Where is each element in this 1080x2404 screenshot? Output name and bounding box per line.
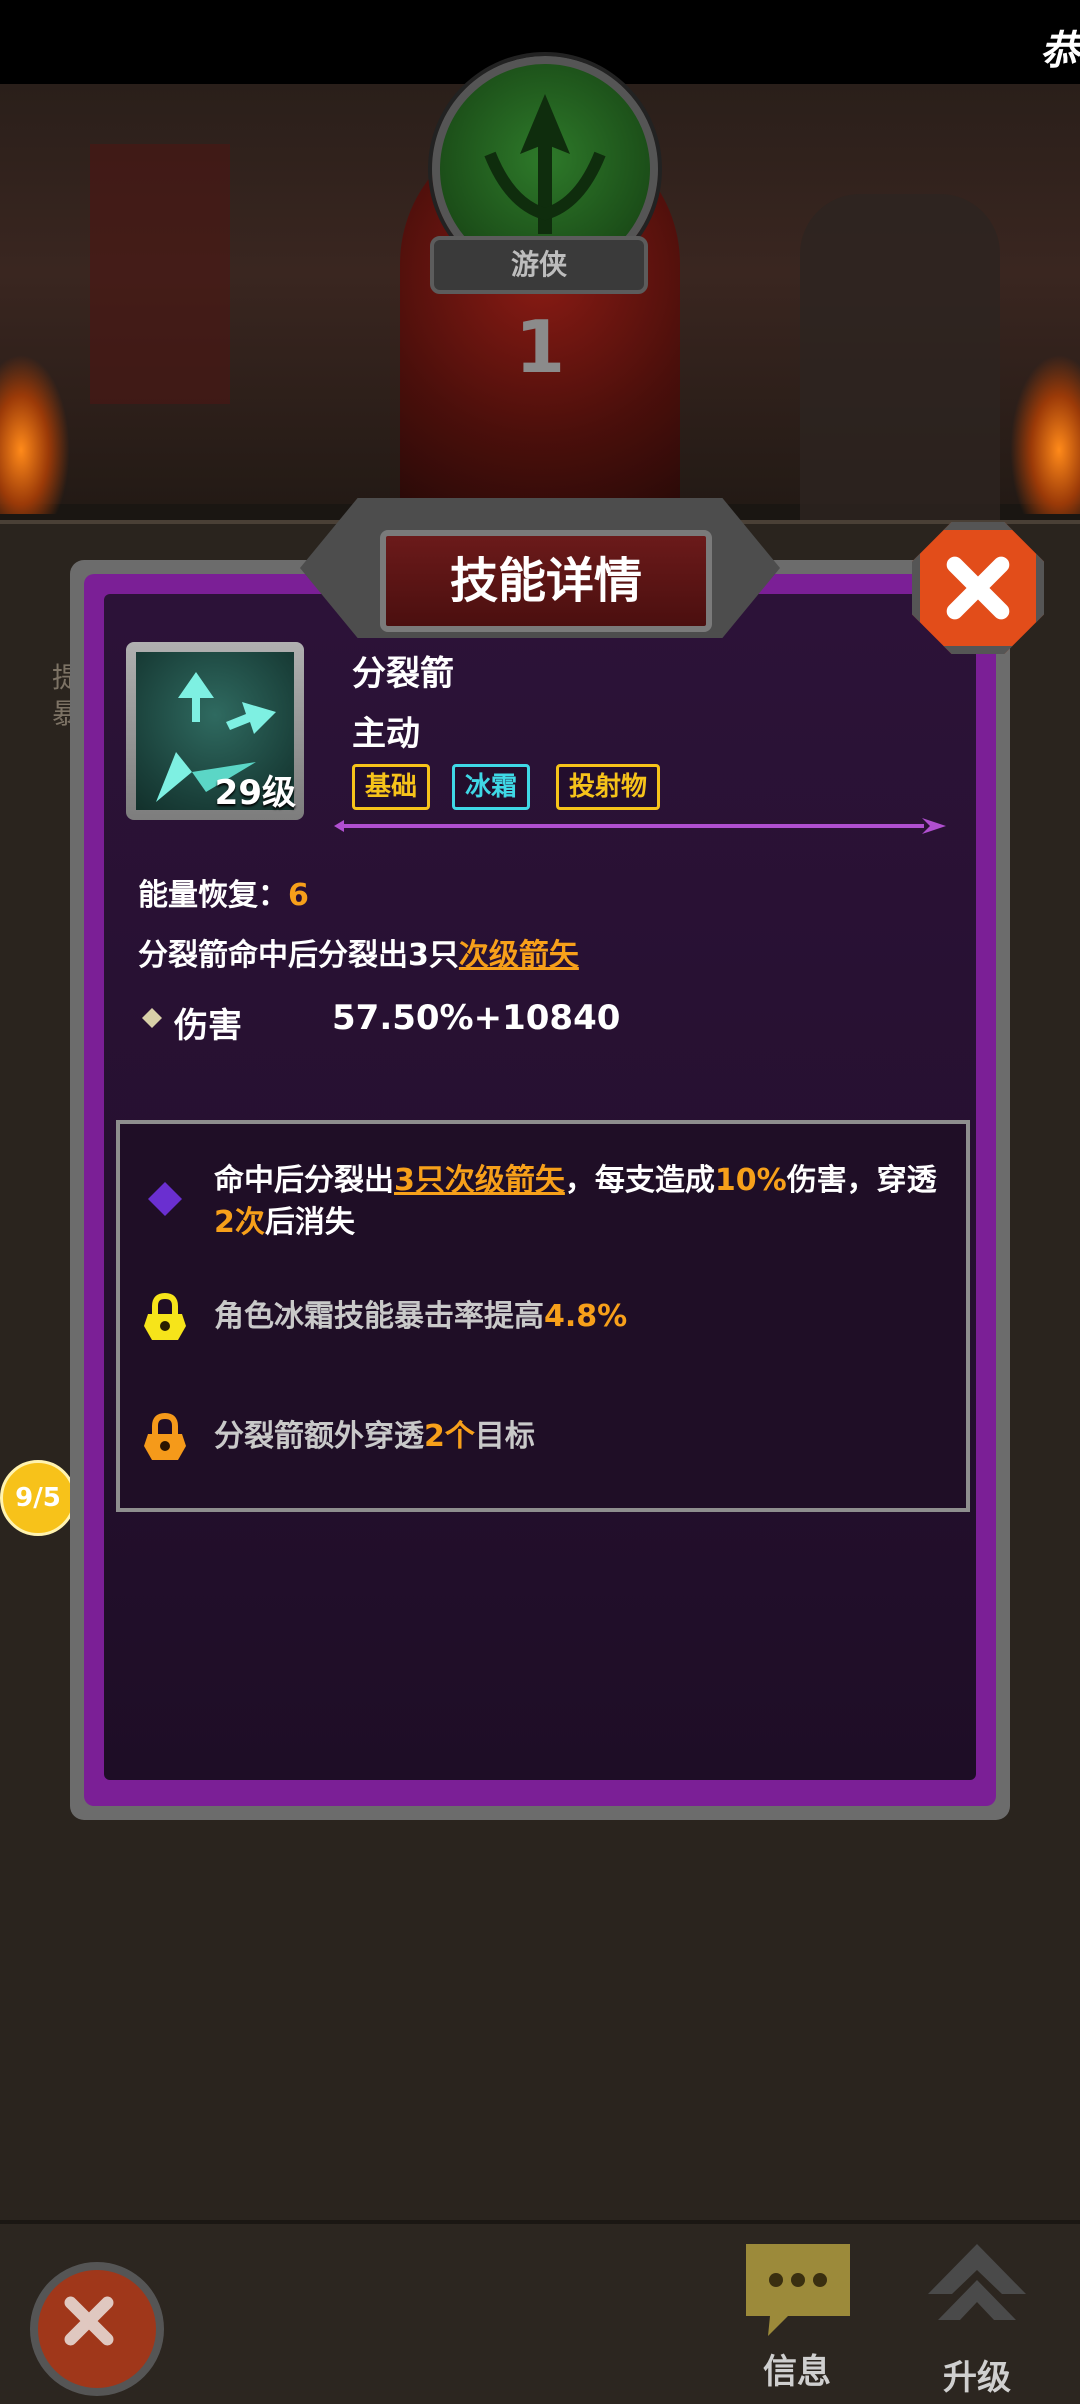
top-banner-text: 恭喜 <box>1040 28 1080 74</box>
upgrade-arrow-icon <box>928 2244 1026 2320</box>
upgrade-item: 角色冰霜技能暴击率提高4.8% <box>140 1292 946 1352</box>
close-icon <box>946 556 1010 620</box>
upgrade-highlight: 2次 <box>214 1205 265 1240</box>
damage-label: 伤害 <box>174 1006 242 1046</box>
skill-icon: 29级 <box>126 642 304 820</box>
upgrade-text-part: 后消失 <box>264 1205 355 1240</box>
energy-label: 能量恢复： <box>138 878 288 913</box>
tag-basic: 基础 <box>352 764 431 810</box>
upgrade-text-part: 伤害，穿透 <box>786 1163 937 1198</box>
diamond-bullet-icon <box>142 1008 162 1028</box>
upgrade-text-part: 目标 <box>474 1419 535 1454</box>
upgrade-highlight: 4.8% <box>544 1299 628 1334</box>
chat-bubble-icon <box>746 2244 850 2336</box>
damage-stat: 伤害 57.50%+10840 <box>138 998 738 1046</box>
tag-projectile: 投射物 <box>556 764 661 810</box>
upgrade-text-part: 角色冰霜技能暴击率提高 <box>214 1299 544 1334</box>
upgrade-item: 分裂箭额外穿透2个目标 <box>140 1412 946 1472</box>
upgrade-highlight: 10% <box>714 1163 787 1198</box>
purple-diamond-icon <box>148 1182 182 1216</box>
upgrade-highlight: 3只次级箭矢 <box>394 1163 565 1198</box>
close-icon <box>64 2296 114 2346</box>
dialog-title: 技能详情 <box>449 553 642 609</box>
upgrade-text: 分裂箭额外穿透2个目标 <box>214 1416 946 1458</box>
upgrade-text-part: ，每支造成 <box>564 1163 715 1198</box>
progress-badge[interactable]: 9/5 <box>0 1460 76 1536</box>
energy-value: 6 <box>288 878 309 913</box>
upgrade-text: 命中后分裂出3只次级箭矢，每支造成10%伤害，穿透 2次后消失 <box>214 1160 946 1244</box>
damage-value: 57.50%+10840 <box>332 998 621 1038</box>
skill-name: 分裂箭 <box>352 654 454 694</box>
upgrade-highlight: 2个 <box>424 1419 475 1454</box>
upgrade-item: 命中后分裂出3只次级箭矢，每支造成10%伤害，穿透 2次后消失 <box>140 1160 946 1250</box>
energy-recovery: 能量恢复：6 <box>138 870 309 914</box>
upgrade-text: 角色冰霜技能暴击率提高4.8% <box>214 1296 946 1338</box>
upgrade-list: 命中后分裂出3只次级箭矢，每支造成10%伤害，穿透 2次后消失 角色冰霜技能暴击率… <box>116 1120 970 1512</box>
upgrade-button[interactable]: 升级 <box>912 2240 1042 2400</box>
upgrade-label: 升级 <box>943 2358 1011 2398</box>
orange-lock-icon <box>144 1412 186 1460</box>
description-highlight: 次级箭矢 <box>458 938 579 973</box>
class-name-plate: 游侠 <box>430 236 648 294</box>
skill-description: 分裂箭命中后分裂出3只次级箭矢 <box>138 930 579 974</box>
bottom-close-button[interactable] <box>30 2262 164 2396</box>
skill-type: 主动 <box>352 714 420 754</box>
info-label: 信息 <box>763 2352 831 2392</box>
hero-level: 1 <box>514 305 566 389</box>
description-text: 分裂箭命中后分裂出3只 <box>138 938 459 973</box>
tag-frost: 冰霜 <box>452 764 531 810</box>
skill-level-label: 29级 <box>214 773 296 813</box>
divider-arrow <box>334 818 946 834</box>
upgrade-text-part: 分裂箭额外穿透 <box>214 1419 424 1454</box>
upgrade-text-part: 命中后分裂出 <box>214 1163 394 1198</box>
info-button[interactable]: 信息 <box>732 2236 862 2396</box>
yellow-lock-icon <box>144 1292 186 1340</box>
